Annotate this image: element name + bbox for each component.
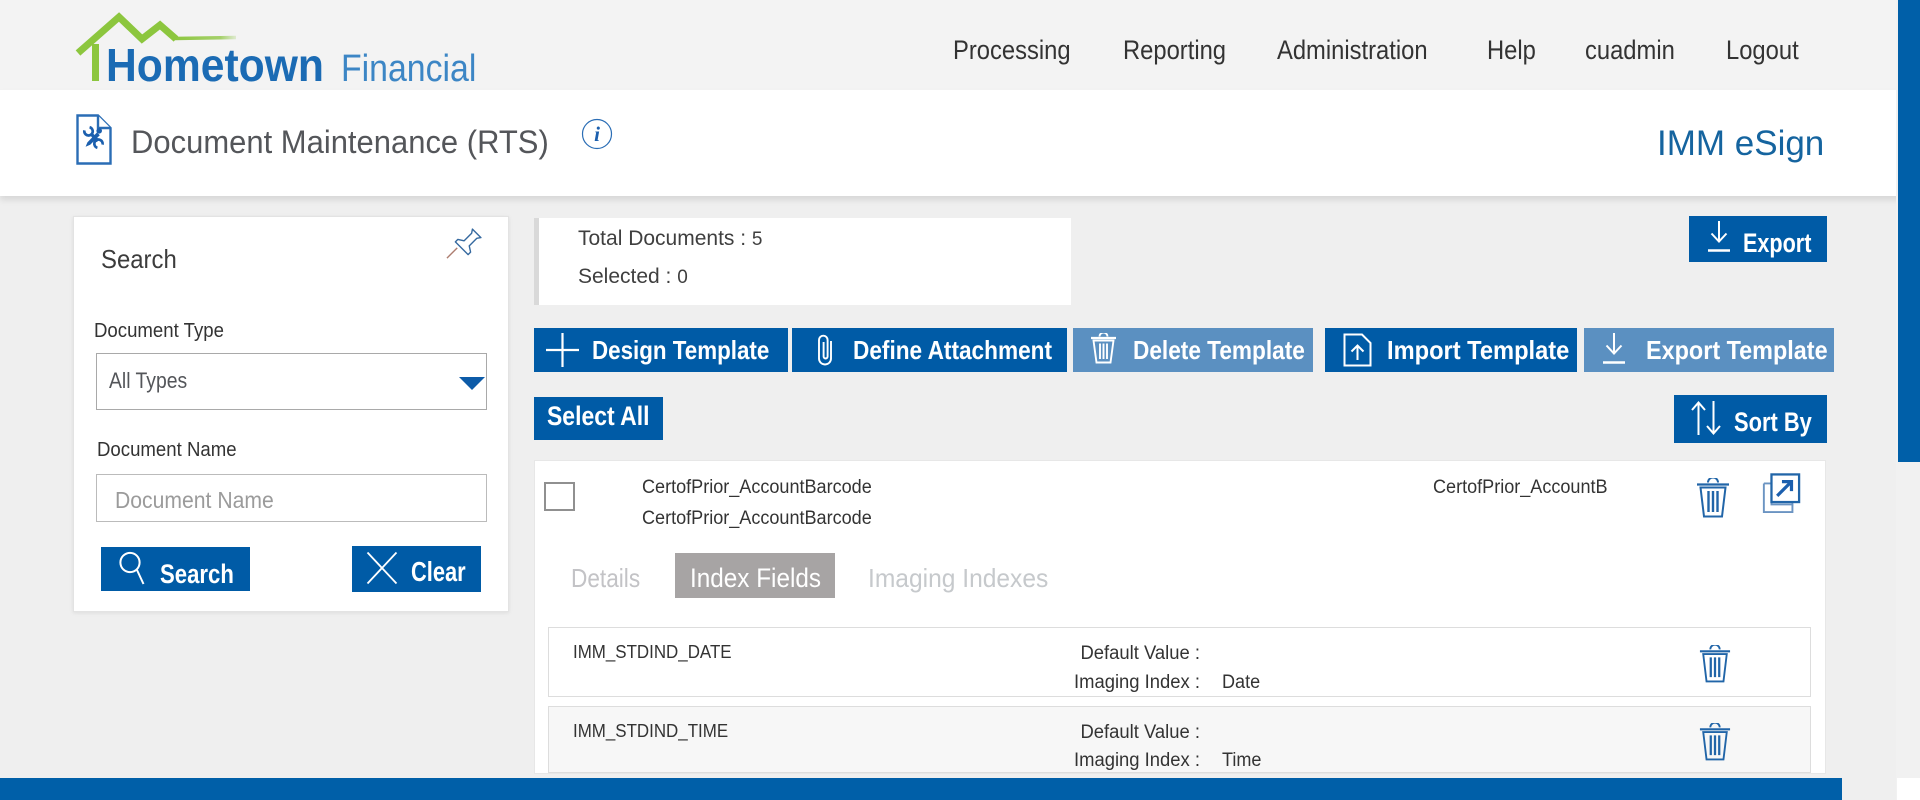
svg-text:i: i <box>594 122 600 146</box>
